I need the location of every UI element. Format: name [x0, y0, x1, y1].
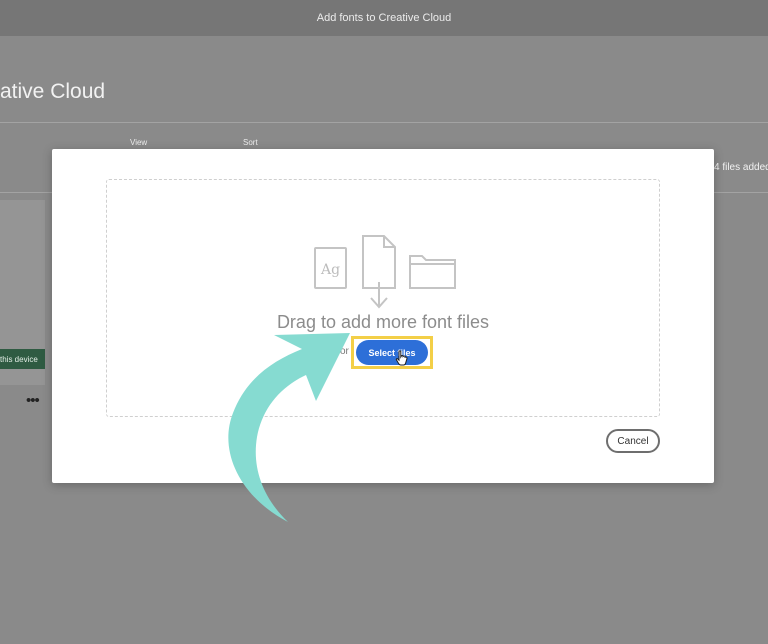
sort-menu[interactable]: Sort	[243, 138, 258, 147]
device-badge-label: this device	[0, 354, 38, 364]
add-fonts-dialog: Ag Drag to add more font files or Select…	[52, 149, 714, 483]
drop-instruction: Drag to add more font files	[276, 312, 490, 332]
view-menu[interactable]: View	[130, 138, 147, 147]
window-titlebar: Add fonts to Creative Cloud	[0, 0, 768, 36]
annotation-arrow-icon	[228, 333, 350, 522]
hand-cursor-icon	[395, 350, 408, 366]
page-title: ative Cloud	[0, 80, 106, 103]
document-arrow-icon	[362, 235, 396, 309]
files-added-status: 4 files added	[714, 162, 768, 173]
divider	[0, 122, 768, 123]
select-files-button[interactable]: Select files	[356, 340, 428, 365]
more-options-icon[interactable]: •••	[26, 392, 40, 409]
cancel-button[interactable]: Cancel	[606, 429, 660, 453]
device-badge[interactable]: this device	[0, 349, 45, 369]
drop-illustration: Ag	[314, 235, 456, 309]
folder-icon	[409, 255, 456, 289]
window-title: Add fonts to Creative Cloud	[316, 12, 452, 24]
drop-zone[interactable]: Ag Drag to add more font files or Select…	[106, 179, 660, 417]
font-file-icon: Ag	[314, 247, 347, 289]
font-file-icon-text: Ag	[320, 262, 340, 278]
